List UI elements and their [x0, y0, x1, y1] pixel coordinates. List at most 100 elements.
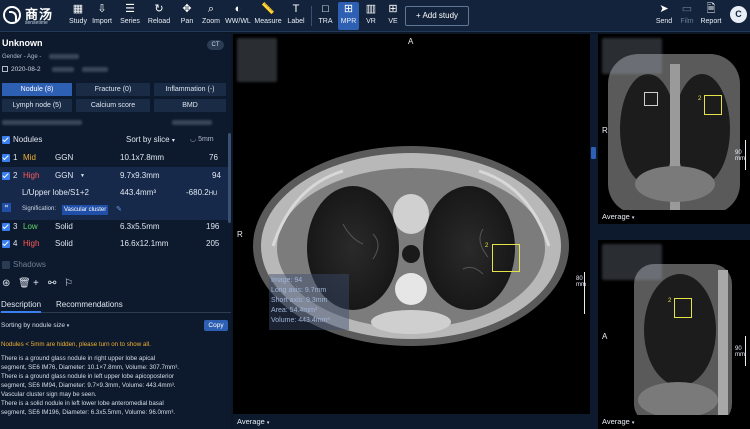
nodule-checkbox[interactable] [2, 154, 10, 162]
send-button[interactable]: ➤ Send [653, 2, 675, 30]
study-icon: ▦ [72, 3, 84, 15]
patient-name: Unknown [2, 38, 43, 48]
measure-short-axis: Short axis: 9.3mm [271, 297, 328, 304]
description-sort-label: Sorting by nodule size [1, 322, 65, 329]
nodule-size: 9.7x9.3mm [120, 171, 160, 180]
axial-viewport[interactable]: A R 2 Image: 94 Long axis: 9.7mm Short a… [233, 34, 590, 414]
tab-nodule[interactable]: Nodule (8) [2, 83, 72, 96]
nodule-checkbox[interactable] [2, 172, 10, 180]
shadows-checkbox[interactable] [2, 261, 10, 269]
text-label-icon: T [292, 3, 300, 15]
size-filter-value: 5mm [198, 136, 214, 143]
ve-button[interactable]: ⊞ VE [384, 2, 402, 30]
viewport-splitter[interactable] [598, 224, 750, 240]
tab-description[interactable]: Description [1, 300, 42, 313]
description-sort-dropdown[interactable]: Sorting by nodule size ▾ [1, 322, 69, 329]
projection-dropdown[interactable]: Average ▾ [237, 417, 269, 426]
pan-button[interactable]: ✥ Pan [178, 2, 196, 30]
signification-tag[interactable]: Vascular cluster [62, 205, 109, 215]
measure-button[interactable]: 📏 Measure [254, 2, 282, 30]
film-icon: ▭ [681, 3, 693, 15]
film-button[interactable]: ▭ Film [678, 2, 696, 30]
chevron-down-icon[interactable]: ▼ [80, 173, 85, 179]
redacted-field [82, 66, 109, 72]
projection-dropdown[interactable]: Average ▾ [602, 212, 634, 221]
hu-value: -680.2 [186, 188, 209, 197]
vr-button[interactable]: ▥ VR [362, 2, 380, 30]
sagittal-viewport[interactable]: A 2 90 mm [598, 240, 750, 429]
tab-calcium-score[interactable]: Calcium score [76, 99, 150, 112]
roi-marker-label: 2 [485, 243, 489, 249]
nodule-type: Solid [55, 222, 73, 231]
nodule-row-selected[interactable]: 2 High GGN ▼ 9.7x9.3mm 94 [0, 167, 231, 184]
label-button[interactable]: T Label [286, 2, 306, 30]
scale-label: 80 mm [576, 276, 586, 288]
logo-subtext: sensetime [25, 20, 48, 26]
report-button[interactable]: 🗎 Report [699, 2, 723, 30]
size-filter[interactable]: ◡ 5mm [190, 135, 214, 143]
top-toolbar: 商汤 sensetime ▦ Study ⇩ Import ☰ Series ↻… [0, 0, 750, 32]
nodule-row[interactable]: 1 Mid GGN 10.1x7.8mm 76 [0, 149, 231, 166]
ve-icon: ⊞ [388, 3, 398, 15]
redacted-id [49, 54, 80, 59]
zoom-button[interactable]: ⌕ Zoom [201, 2, 221, 30]
nodule-checkbox[interactable] [2, 240, 10, 248]
nodule-size: 6.3x5.5mm [120, 222, 160, 231]
nodule-roi-box[interactable] [674, 298, 692, 318]
splitter-handle[interactable] [591, 147, 596, 159]
tab-recommendations[interactable]: Recommendations [56, 300, 123, 309]
nodule-slice: 205 [206, 239, 220, 248]
projection-dropdown[interactable]: Average ▾ [602, 417, 634, 426]
tab-fracture[interactable]: Fracture (0) [76, 83, 150, 96]
nodule-roi-box-secondary[interactable] [644, 92, 658, 106]
nodule-risk: Mid [23, 153, 36, 162]
shadows-toggle[interactable]: Shadows [0, 256, 231, 273]
link-icon[interactable]: ⚯ [48, 278, 56, 289]
reload-button[interactable]: ↻ Reload [146, 2, 172, 30]
nodule-type: Solid [55, 239, 73, 248]
nodule-row[interactable]: 4 High Solid 16.6x12.1mm 205 [0, 235, 231, 252]
trash-icon[interactable]: 🗑 [18, 278, 31, 289]
description-line: segment, SE6 IM196, Diameter: 6.3x5.5mm,… [1, 409, 176, 416]
tra-button[interactable]: □ TRA [316, 2, 335, 30]
nodule-roi-box[interactable] [704, 95, 722, 115]
gender-age: Gender - Age - [2, 54, 80, 60]
scale-label: 90 mm [735, 346, 745, 358]
nodule-checkbox[interactable] [2, 223, 10, 231]
tab-lymph-node[interactable]: Lymph node (5) [2, 99, 72, 112]
measurement-overlay: Image: 94 Long axis: 9.7mm Short axis: 9… [271, 276, 330, 326]
zoom-icon: ⌕ [207, 3, 215, 15]
study-button[interactable]: ▦ Study [66, 2, 90, 30]
import-button[interactable]: ⇩ Import [91, 2, 113, 30]
select-all-checkbox[interactable] [2, 136, 10, 144]
left-panel-scrollbar[interactable] [228, 133, 231, 223]
add-icon[interactable]: + [33, 278, 39, 289]
series-button[interactable]: ☰ Series [118, 2, 142, 30]
nodule-type: GGN [55, 153, 74, 162]
logo-mark-icon [3, 6, 21, 24]
series-label: Series [120, 18, 140, 25]
redacted-series-info [602, 38, 662, 74]
nodule-size: 16.6x12.1mm [120, 239, 169, 248]
coronal-viewport[interactable]: R 2 90 mm [598, 34, 750, 224]
user-avatar[interactable]: C [730, 6, 747, 23]
ve-label: VE [388, 18, 398, 25]
measure-area: Area: 54.4mm² [271, 307, 318, 314]
viewport-splitter[interactable] [590, 34, 598, 429]
wwwl-button[interactable]: ◐ WW/WL [224, 2, 252, 30]
auto-detect-icon[interactable]: ⊛ [2, 278, 10, 289]
edit-icon[interactable]: ✎ [116, 205, 122, 213]
nodule-row[interactable]: 3 Low Solid 6.3x5.5mm 196 [0, 218, 231, 235]
copy-button[interactable]: Copy [204, 320, 228, 331]
tab-bmd[interactable]: BMD [154, 99, 226, 112]
nodule-roi-box[interactable] [492, 244, 520, 272]
tab-inflammation[interactable]: Inflammation (-) [154, 83, 226, 96]
sort-dropdown[interactable]: Sort by slice ▾ [126, 135, 175, 144]
add-study-button[interactable]: + Add study [405, 6, 469, 26]
flag-icon[interactable]: ⚐ [64, 278, 73, 289]
tra-label: TRA [318, 18, 333, 25]
import-label: Import [92, 18, 112, 25]
import-icon: ⇩ [97, 3, 107, 15]
redacted-series-info [237, 38, 277, 82]
mpr-button[interactable]: ⊞ MPR [338, 2, 359, 30]
